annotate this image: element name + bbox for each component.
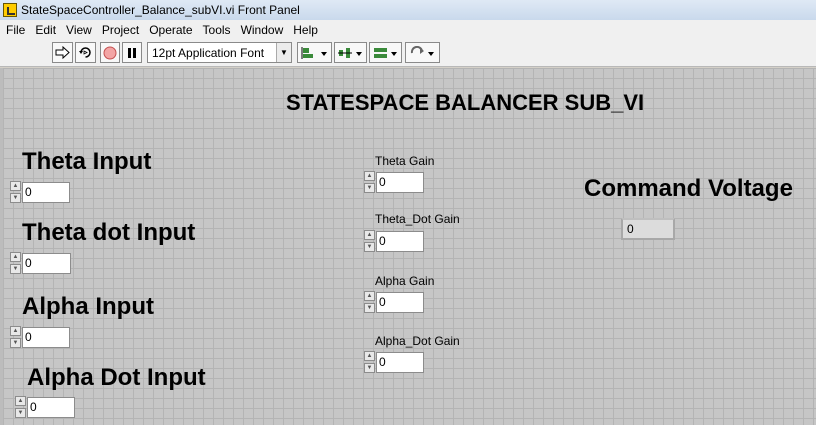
labview-vi-icon <box>3 3 17 17</box>
theta-dot-input-control: ▲ ▼ 0 <box>10 252 71 274</box>
title-bar: StateSpaceController_Balance_subVI.vi Fr… <box>0 0 816 20</box>
theta-input-label: Theta Input <box>22 148 152 175</box>
theta-gain-spinner[interactable]: ▲ ▼ <box>364 171 375 193</box>
decrement-icon[interactable]: ▼ <box>10 338 21 348</box>
menu-tools[interactable]: Tools <box>198 23 236 37</box>
reorder-icon <box>410 45 434 56</box>
alpha-gain-control: ▲ ▼ 0 <box>364 291 424 313</box>
distribute-objects-icon <box>337 47 362 58</box>
alpha-input-field[interactable]: 0 <box>22 326 70 348</box>
theta-dot-input-field[interactable]: 0 <box>22 252 71 274</box>
increment-icon[interactable]: ▲ <box>15 396 26 406</box>
command-voltage-indicator: 0 <box>621 218 675 240</box>
theta-input-field[interactable]: 0 <box>22 181 70 203</box>
increment-icon[interactable]: ▲ <box>364 171 375 181</box>
alpha-dot-gain-spinner[interactable]: ▲ ▼ <box>364 351 375 373</box>
increment-icon[interactable]: ▲ <box>10 181 21 191</box>
theta-dot-input-label: Theta dot Input <box>22 219 196 246</box>
decrement-icon[interactable]: ▼ <box>364 183 375 193</box>
theta-gain-field[interactable]: 0 <box>376 171 424 193</box>
pause-button[interactable] <box>122 42 142 63</box>
increment-icon[interactable]: ▲ <box>364 291 375 301</box>
run-arrow-icon <box>55 46 70 59</box>
align-objects-icon <box>301 46 327 59</box>
decrement-icon[interactable]: ▼ <box>364 242 375 252</box>
decrement-icon[interactable]: ▼ <box>364 303 375 313</box>
abort-icon <box>103 46 117 59</box>
alpha-dot-input-spinner[interactable]: ▲ ▼ <box>15 396 26 418</box>
theta-gain-label: Theta Gain <box>375 154 435 168</box>
increment-icon[interactable]: ▲ <box>364 351 375 361</box>
theta-dot-gain-field[interactable]: 0 <box>376 230 424 252</box>
theta-gain-control: ▲ ▼ 0 <box>364 171 424 193</box>
menu-operate[interactable]: Operate <box>144 23 197 37</box>
run-continuously-icon <box>79 47 91 58</box>
command-voltage-label: Command Voltage <box>584 175 793 202</box>
menu-view[interactable]: View <box>61 23 97 37</box>
reorder-button[interactable] <box>405 42 440 63</box>
alpha-dot-gain-label: Alpha_Dot Gain <box>375 334 460 348</box>
alpha-dot-input-control: ▲ ▼ 0 <box>15 396 75 418</box>
toolbar: 12pt Application Font ▼ <box>0 39 816 67</box>
theta-dot-gain-spinner[interactable]: ▲ ▼ <box>364 230 375 252</box>
abort-button[interactable] <box>100 42 120 63</box>
window-title: StateSpaceController_Balance_subVI.vi Fr… <box>21 3 300 17</box>
theta-dot-gain-control: ▲ ▼ 0 <box>364 230 424 252</box>
front-panel: STATESPACE BALANCER SUB_VI Theta Input ▲… <box>0 68 816 425</box>
menu-help[interactable]: Help <box>288 23 323 37</box>
menu-bar: File Edit View Project Operate Tools Win… <box>0 20 816 39</box>
menu-file[interactable]: File <box>0 23 30 37</box>
align-objects-button[interactable] <box>297 42 332 63</box>
theta-dot-input-spinner[interactable]: ▲ ▼ <box>10 252 21 274</box>
resize-objects-button[interactable] <box>369 42 402 63</box>
alpha-input-label: Alpha Input <box>22 293 154 320</box>
resize-objects-icon <box>373 47 397 58</box>
alpha-dot-input-label: Alpha Dot Input <box>27 364 206 391</box>
run-button[interactable] <box>52 42 73 63</box>
menu-edit[interactable]: Edit <box>30 23 61 37</box>
theta-input-control: ▲ ▼ 0 <box>10 181 70 203</box>
run-continuously-button[interactable] <box>75 42 96 63</box>
theta-dot-gain-label: Theta_Dot Gain <box>375 212 460 226</box>
menu-project[interactable]: Project <box>97 23 144 37</box>
chevron-down-icon: ▼ <box>276 43 291 62</box>
increment-icon[interactable]: ▲ <box>10 252 21 262</box>
pause-icon <box>128 47 136 58</box>
alpha-dot-input-field[interactable]: 0 <box>27 396 75 418</box>
alpha-input-spinner[interactable]: ▲ ▼ <box>10 326 21 348</box>
alpha-dot-gain-control: ▲ ▼ 0 <box>364 351 424 373</box>
menu-window[interactable]: Window <box>236 23 289 37</box>
alpha-input-control: ▲ ▼ 0 <box>10 326 70 348</box>
alpha-gain-label: Alpha Gain <box>375 274 435 288</box>
decrement-icon[interactable]: ▼ <box>364 363 375 373</box>
alpha-gain-field[interactable]: 0 <box>376 291 424 313</box>
increment-icon[interactable]: ▲ <box>10 326 21 336</box>
decrement-icon[interactable]: ▼ <box>10 264 21 274</box>
decrement-icon[interactable]: ▼ <box>10 193 21 203</box>
decrement-icon[interactable]: ▼ <box>15 408 26 418</box>
distribute-objects-button[interactable] <box>334 42 367 63</box>
increment-icon[interactable]: ▲ <box>364 230 375 240</box>
panel-title: STATESPACE BALANCER SUB_VI <box>286 90 645 115</box>
alpha-dot-gain-field[interactable]: 0 <box>376 351 424 373</box>
alpha-gain-spinner[interactable]: ▲ ▼ <box>364 291 375 313</box>
font-select-value: 12pt Application Font <box>152 45 265 60</box>
theta-input-spinner[interactable]: ▲ ▼ <box>10 181 21 203</box>
font-select[interactable]: 12pt Application Font ▼ <box>147 42 292 63</box>
